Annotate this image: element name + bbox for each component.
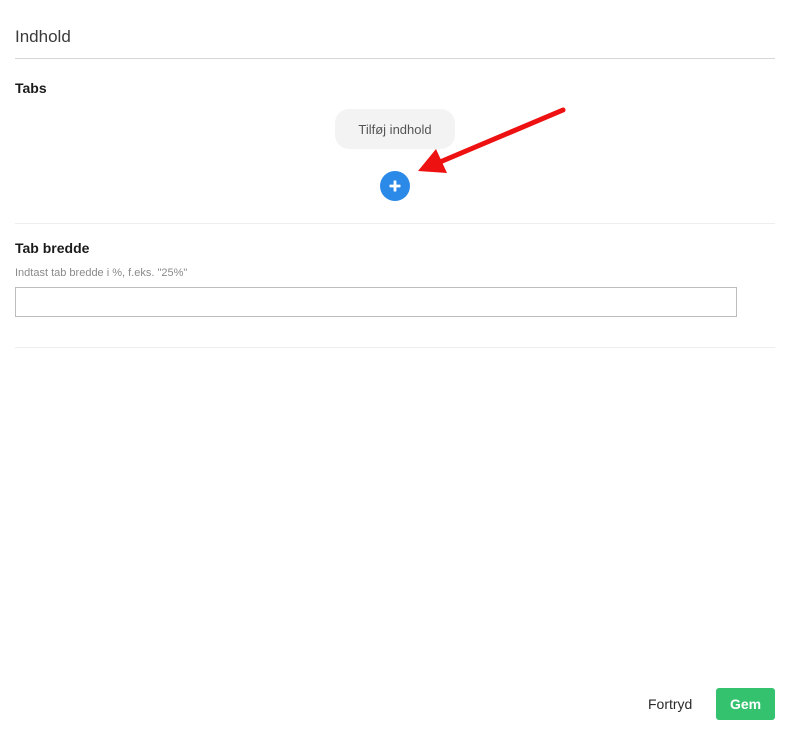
tab-width-input[interactable] (15, 287, 737, 317)
tab-width-label: Tab bredde (15, 240, 90, 256)
section-divider (15, 347, 775, 348)
content-editor-panel: Indhold Tabs Tilføj indhold Tab bredde I… (0, 0, 792, 749)
tab-width-hint: Indtast tab bredde i %, f.eks. "25%" (15, 267, 188, 279)
cancel-button[interactable]: Fortryd (640, 688, 700, 720)
section-divider (15, 223, 775, 224)
red-arrow-annotation (418, 107, 566, 173)
save-button[interactable]: Gem (716, 688, 775, 720)
